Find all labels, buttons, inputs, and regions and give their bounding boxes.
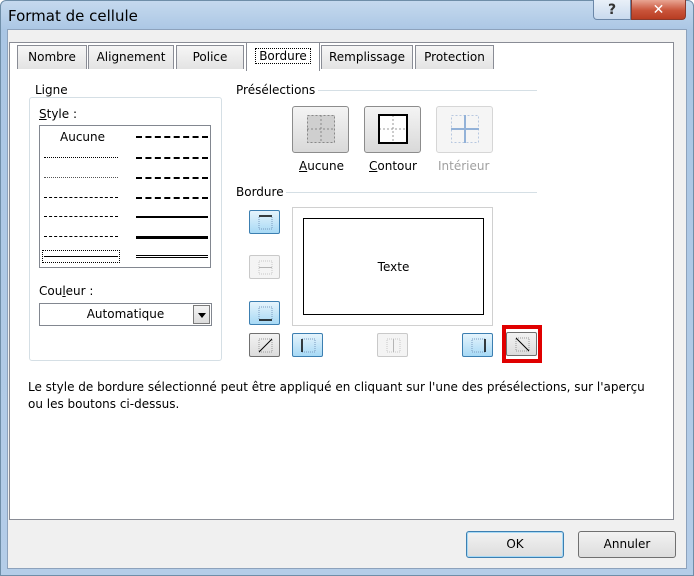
preset-outline-button[interactable] xyxy=(364,106,421,153)
line-style-dashed[interactable] xyxy=(44,236,118,237)
diagonal-down-icon xyxy=(515,337,530,352)
border-bottom-button[interactable] xyxy=(249,301,280,325)
preset-inside-label: Intérieur xyxy=(438,159,490,173)
presets-group-label: Présélections xyxy=(236,83,316,97)
tab-nombre[interactable]: Nombre xyxy=(17,45,87,69)
line-style-medium[interactable] xyxy=(136,216,208,218)
border-right-icon xyxy=(471,338,486,353)
border-top-icon xyxy=(258,215,273,230)
border-diagonal-down-button[interactable] xyxy=(506,332,537,356)
border-inside-vertical-button[interactable] xyxy=(377,333,408,357)
line-style-medium-dashed[interactable] xyxy=(136,197,208,199)
line-style-thick[interactable] xyxy=(136,236,208,239)
border-group-label: Bordure xyxy=(236,185,284,199)
line-style-double[interactable] xyxy=(136,255,208,258)
preset-none-label: Aucune xyxy=(299,159,345,173)
tab-remplissage[interactable]: Remplissage xyxy=(321,45,413,69)
border-diagonal-up-button[interactable] xyxy=(249,333,280,357)
line-style-none[interactable]: Aucune xyxy=(60,130,105,144)
color-dropdown-value: Automatique xyxy=(86,307,165,321)
preview-text: Texte xyxy=(303,218,484,315)
preset-inside-icon xyxy=(451,115,479,143)
line-style-dash-dot-dot[interactable] xyxy=(44,197,118,198)
close-button[interactable]: ✕ xyxy=(631,0,686,20)
line-style-slant-dash-dot[interactable] xyxy=(136,157,208,159)
line-style-list[interactable]: Aucune xyxy=(39,125,211,268)
help-button[interactable]: ? xyxy=(593,0,631,20)
dialog-title: Format de cellule xyxy=(8,7,138,25)
preset-outline-icon xyxy=(378,114,408,144)
ok-button[interactable]: OK xyxy=(466,531,564,558)
line-style-dotted[interactable] xyxy=(44,177,118,178)
line-style-dash-dot[interactable] xyxy=(44,216,118,217)
tab-police[interactable]: Police xyxy=(176,45,244,69)
color-dropdown[interactable]: Automatique xyxy=(39,303,212,326)
preset-none-button[interactable] xyxy=(292,106,349,153)
border-bottom-icon xyxy=(258,306,273,321)
diagonal-up-icon xyxy=(258,338,273,353)
tab-alignement[interactable]: Alignement xyxy=(88,45,174,69)
style-label: Style : xyxy=(39,107,78,121)
hint-text: Le style de bordure sélectionné peut êtr… xyxy=(28,380,645,411)
tab-bordure[interactable]: Bordure xyxy=(246,42,320,71)
border-right-button[interactable] xyxy=(462,333,493,357)
border-inside-horizontal-button[interactable] xyxy=(249,255,280,279)
preset-none-icon xyxy=(307,115,335,143)
dropdown-arrow-icon[interactable] xyxy=(193,305,210,324)
border-top-button[interactable] xyxy=(249,210,280,234)
border-left-button[interactable] xyxy=(292,333,323,357)
line-style-medium-dash-dot-dot[interactable] xyxy=(136,136,208,138)
preset-outline-label: Contour xyxy=(369,159,417,173)
border-inside-vertical-icon xyxy=(386,338,401,353)
line-style-medium-dash-dot[interactable] xyxy=(136,177,208,179)
line-style-hair[interactable] xyxy=(44,157,118,158)
preset-inside-button[interactable] xyxy=(436,106,493,153)
color-label: Couleur : xyxy=(39,284,94,298)
tab-protection[interactable]: Protection xyxy=(415,45,494,69)
presets-divider xyxy=(318,90,537,91)
border-left-icon xyxy=(301,338,316,353)
line-style-thin-selected[interactable] xyxy=(42,250,120,263)
cancel-button[interactable]: Annuler xyxy=(578,531,676,558)
border-inside-horizontal-icon xyxy=(258,260,273,275)
ligne-group-label: Ligne xyxy=(32,83,71,97)
border-divider xyxy=(286,192,537,193)
border-preview[interactable]: Texte xyxy=(292,207,493,326)
